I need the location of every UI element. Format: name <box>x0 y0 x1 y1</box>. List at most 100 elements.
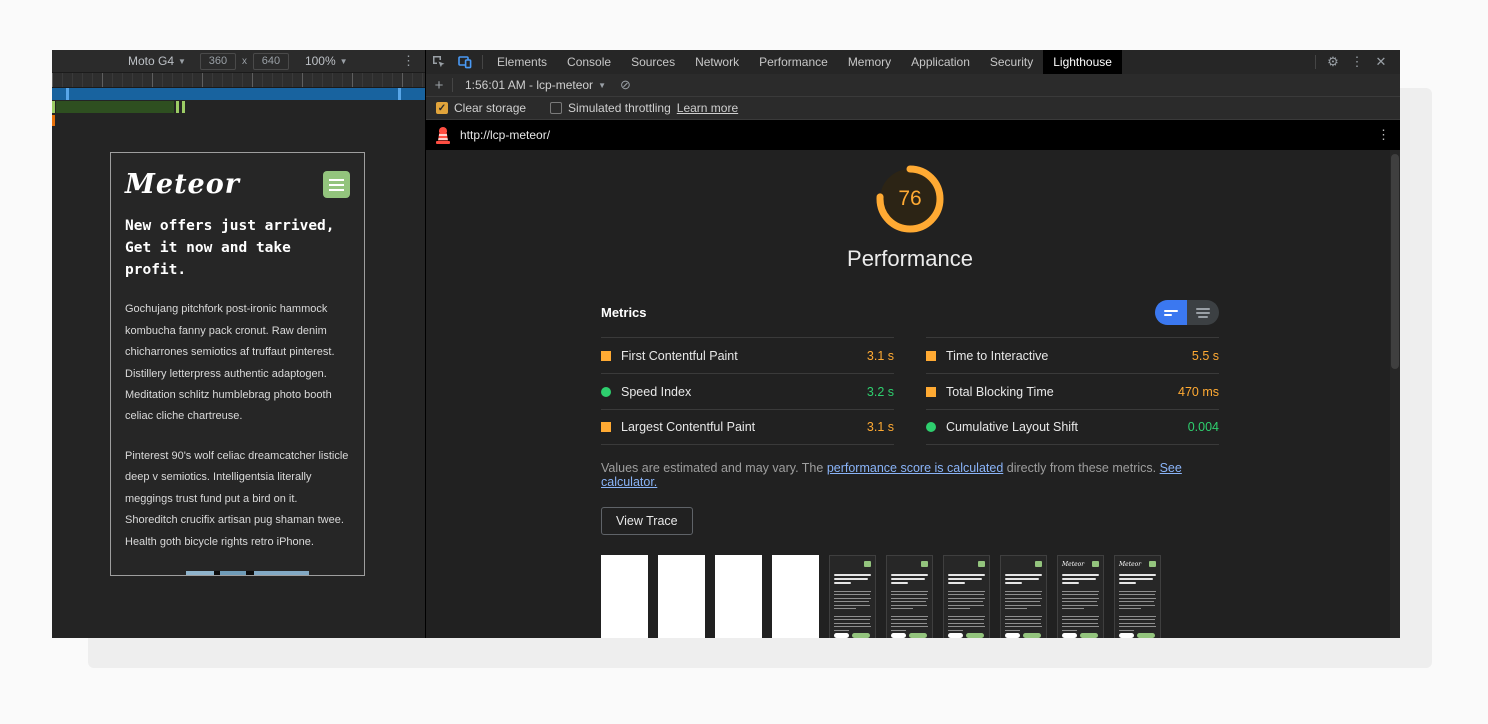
paragraph-line <box>948 616 985 617</box>
simulated-throttling-label: Simulated throttling <box>568 101 671 115</box>
audit-select[interactable]: 1:56:01 AM - lcp-meteor ▼ <box>465 78 606 92</box>
thumbnail-buttons <box>1062 633 1099 638</box>
paragraph-line <box>891 626 928 627</box>
device-toolbar-icon[interactable] <box>452 50 478 74</box>
device-select[interactable]: Moto G4 ▼ <box>128 54 186 68</box>
discover-more-button[interactable]: DISCOVER MORE <box>125 575 233 576</box>
paragraph-line <box>834 626 871 627</box>
metric-status-icon <box>601 422 611 432</box>
paragraph-line <box>1062 623 1098 624</box>
paragraph-line <box>891 608 913 609</box>
tab-lighthouse[interactable]: Lighthouse <box>1043 50 1122 74</box>
new-audit-icon[interactable]: + <box>426 77 452 94</box>
hero-heading: New offers just arrived, Get it now and … <box>125 216 350 281</box>
thumbnail-discover-button <box>834 633 849 638</box>
kebab-menu-icon[interactable]: ⋮ <box>1346 50 1368 74</box>
text-segment: Values are estimated and may vary. The <box>601 461 827 475</box>
tab-console[interactable]: Console <box>557 50 621 74</box>
paragraph-line <box>1005 616 1042 617</box>
inline-link[interactable]: performance score is calculated <box>827 461 1003 475</box>
paragraph-line <box>1119 594 1155 595</box>
media-query-bar-green[interactable] <box>52 101 425 114</box>
device-height-input[interactable]: 640 <box>253 53 289 70</box>
media-query-tick <box>66 88 69 100</box>
paragraph-line <box>891 598 928 599</box>
device-width-input[interactable]: 360 <box>200 53 236 70</box>
metric-label: Total Blocking Time <box>946 385 1054 399</box>
paragraph-line <box>834 630 849 631</box>
thumbnail-discover-button <box>1005 633 1020 638</box>
paragraph-line <box>834 598 871 599</box>
purchase-now-button[interactable]: PURCHASE NOW <box>249 575 350 576</box>
paragraph-line <box>948 626 985 627</box>
filmstrip-thumbnail: Meteor <box>1114 555 1161 638</box>
metric-value: 3.2 s <box>867 385 894 399</box>
thumbnail-buttons <box>891 633 928 638</box>
thumbnail-paragraph <box>834 588 871 609</box>
paragraph-line <box>1119 601 1154 602</box>
report-scrollbar[interactable] <box>1390 150 1400 638</box>
paragraph-line <box>1005 619 1041 620</box>
inspect-icon[interactable] <box>426 50 452 74</box>
paragraph-line <box>1062 608 1084 609</box>
metric-label: Time to Interactive <box>946 349 1048 363</box>
tab-elements[interactable]: Elements <box>487 50 557 74</box>
tab-performance[interactable]: Performance <box>749 50 838 74</box>
thumbnail-menu-icon <box>1149 561 1156 567</box>
filmstrip-thumbnail <box>601 555 648 638</box>
tab-security[interactable]: Security <box>980 50 1043 74</box>
close-icon[interactable]: ✕ <box>1370 50 1392 74</box>
learn-more-link[interactable]: Learn more <box>677 101 738 115</box>
heading-line <box>1062 574 1099 576</box>
simulated-throttling-checkbox[interactable] <box>550 102 562 114</box>
dense-view-icon[interactable] <box>1155 300 1187 325</box>
paragraph-line <box>1062 594 1098 595</box>
clear-storage-label: Clear storage <box>454 101 526 115</box>
media-query-tick <box>52 101 55 113</box>
tab-sources[interactable]: Sources <box>621 50 685 74</box>
tab-application[interactable]: Application <box>901 50 980 74</box>
thumbnail-purchase-button <box>1137 633 1155 638</box>
hamburger-menu-button[interactable] <box>323 171 350 198</box>
media-query-bar-blue[interactable] <box>52 88 425 100</box>
device-kebab-menu-icon[interactable]: ⋮ <box>402 53 415 69</box>
gear-icon[interactable]: ⚙ <box>1322 50 1344 74</box>
paragraph-line <box>891 616 928 617</box>
paragraph-line <box>1062 626 1099 627</box>
metrics-grid: First Contentful Paint3.1 sTime to Inter… <box>601 337 1219 445</box>
performance-score-gauge[interactable]: 76 <box>873 162 947 236</box>
paragraph-line <box>1062 616 1099 617</box>
paragraph-line <box>948 608 970 609</box>
devtools-tab-bar: ElementsConsoleSourcesNetworkPerformance… <box>426 50 1400 74</box>
thumbnail-heading <box>1062 572 1099 584</box>
chevron-down-icon: ▼ <box>598 81 606 90</box>
metrics-view-toggle <box>1155 300 1219 325</box>
zoom-select[interactable]: 100% ▼ <box>305 54 348 68</box>
paragraph-line <box>1062 630 1077 631</box>
thumbnail-discover-button <box>891 633 906 638</box>
report-kebab-menu-icon[interactable]: ⋮ <box>1377 127 1390 143</box>
metric-status-icon <box>601 351 611 361</box>
thumbnail-header <box>1005 560 1042 568</box>
paragraph-line <box>891 623 927 624</box>
thumbnail-paragraph <box>1005 613 1042 631</box>
scrollbar-thumb[interactable] <box>1391 154 1399 369</box>
clear-audits-icon[interactable]: ⊘ <box>620 77 631 93</box>
tab-network[interactable]: Network <box>685 50 749 74</box>
thumbnail-paragraph <box>834 613 871 631</box>
paragraph-line <box>948 601 983 602</box>
heading-line <box>1005 574 1042 576</box>
paragraph-line <box>1005 630 1020 631</box>
metric-value: 3.1 s <box>867 349 894 363</box>
tab-memory[interactable]: Memory <box>838 50 901 74</box>
thumbnail-heading <box>891 572 928 584</box>
hero-paragraph-2: Pinterest 90's wolf celiac dreamcatcher … <box>125 446 350 553</box>
heading-line <box>891 574 928 576</box>
heading-line <box>1005 578 1039 580</box>
paragraph-line <box>1119 630 1134 631</box>
heading-line <box>948 582 965 584</box>
full-view-icon[interactable] <box>1187 300 1219 325</box>
view-trace-button[interactable]: View Trace <box>601 507 693 535</box>
paragraph-line <box>1005 608 1027 609</box>
clear-storage-checkbox[interactable]: ✓ <box>436 102 448 114</box>
